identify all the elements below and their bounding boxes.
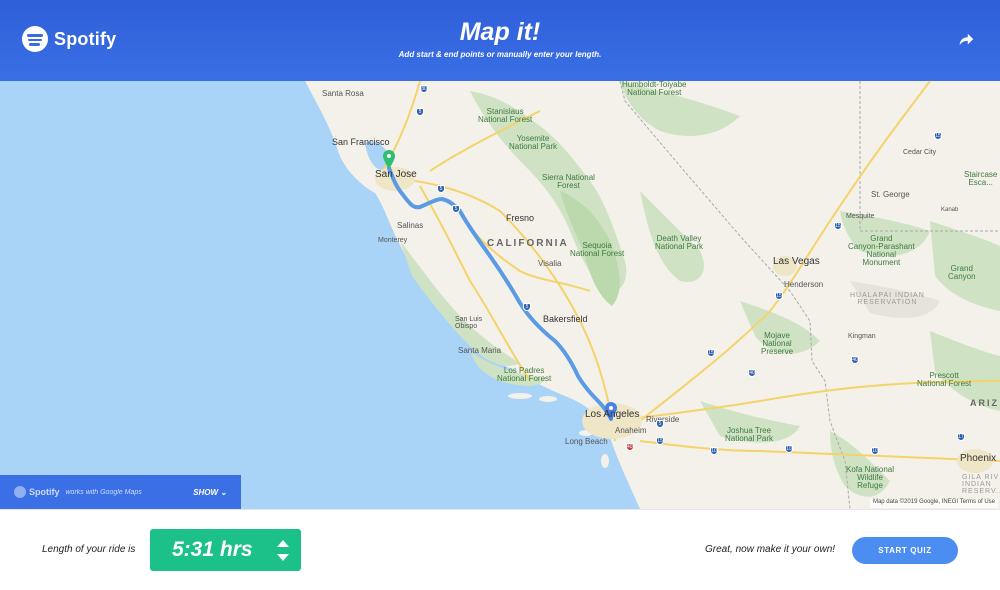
highway-shield: 5 bbox=[656, 420, 664, 428]
map-label-santa-rosa: Santa Rosa bbox=[322, 89, 364, 98]
map-label-gila-river: GILA RIV INDIAN RESERV... bbox=[962, 474, 1000, 495]
map-label-las-vegas: Las Vegas bbox=[773, 256, 820, 267]
page-subtitle: Add start & end points or manually enter… bbox=[398, 50, 602, 59]
share-arrow-icon[interactable] bbox=[957, 31, 975, 49]
chevron-down-icon: ⌄ bbox=[220, 487, 227, 497]
app-header: Spotify Map it! Add start & end points o… bbox=[0, 0, 1000, 81]
highway-shield: 5 bbox=[437, 185, 445, 193]
map-label-salinas: Salinas bbox=[397, 221, 424, 230]
cta-text: Great, now make it your own! bbox=[705, 544, 836, 555]
map-label-staircase: Staircase Esca... bbox=[964, 170, 998, 187]
works-with-google-maps: works with Google Maps bbox=[65, 488, 142, 496]
map-label-humboldt: Humboldt-Toiyabe National Forest bbox=[622, 81, 687, 97]
highway-shield: 80 bbox=[420, 85, 428, 93]
map-label-san-luis-obispo: San Luis Obispo bbox=[455, 316, 483, 330]
highway-shield: 15 bbox=[934, 132, 942, 140]
start-quiz-button[interactable]: START QUIZ bbox=[852, 537, 958, 564]
highway-shield: 15 bbox=[656, 437, 664, 445]
map-label-california: CALIFORNIA bbox=[487, 238, 569, 249]
mini-brand: Spotify bbox=[29, 487, 60, 497]
map-credit[interactable]: Map data ©2019 Google, INEGI Terms of Us… bbox=[869, 499, 998, 508]
map-label-henderson: Henderson bbox=[784, 280, 824, 289]
highway-shield: 40 bbox=[748, 369, 756, 377]
spotify-mini-logo: Spotify bbox=[14, 486, 60, 498]
highway-shield: 5 bbox=[452, 205, 460, 213]
map-label-yosemite: Yosemite National Park bbox=[509, 134, 558, 151]
map-label-visalia: Visalia bbox=[538, 259, 562, 268]
spotify-icon bbox=[14, 486, 26, 498]
map-label-san-francisco: San Francisco bbox=[332, 137, 390, 147]
map-label-long-beach: Long Beach bbox=[565, 437, 608, 446]
map-label-fresno: Fresno bbox=[506, 213, 535, 223]
ride-length-stepper[interactable]: 5:31 hrs bbox=[150, 529, 301, 571]
map-label-mesquite: Mesquite bbox=[846, 213, 875, 220]
page-title: Map it! bbox=[459, 18, 541, 46]
ride-length-label: Length of your ride is bbox=[42, 544, 136, 555]
ride-length-value[interactable]: 5:31 hrs bbox=[172, 538, 253, 562]
map-label-sierra: Sierra National Forest bbox=[542, 173, 595, 190]
google-map[interactable]: Santa Rosa San Francisco San Jose Stanis… bbox=[0, 81, 1000, 509]
highway-shield: 405 bbox=[626, 443, 636, 451]
show-button[interactable]: SHOW ⌄ bbox=[193, 488, 227, 497]
ride-footer: Length of your ride is 5:31 hrs Great, n… bbox=[0, 509, 1000, 590]
increment-arrow-icon[interactable] bbox=[277, 540, 289, 547]
highway-shield: 10 bbox=[871, 447, 879, 455]
map-label-death-valley: Death Valley National Park bbox=[655, 234, 704, 251]
works-with-google-maps-bar: Spotify works with Google Maps SHOW ⌄ bbox=[0, 475, 241, 509]
map-label-kingman: Kingman bbox=[848, 333, 876, 340]
map-label-hualapai: HUALAPAI INDIAN RESERVATION bbox=[850, 292, 925, 306]
highway-shield: 17 bbox=[957, 433, 965, 441]
highway-shield: 15 bbox=[834, 222, 842, 230]
map-label-los-angeles: Los Angeles bbox=[585, 409, 640, 420]
map-label-stanislaus: Stanislaus National Forest bbox=[478, 107, 533, 124]
highway-shield: 5 bbox=[416, 108, 424, 116]
map-label-prescott: Prescott National Forest bbox=[917, 371, 972, 388]
map-label-los-padres: Los Padres National Forest bbox=[497, 366, 552, 383]
highway-shield: 10 bbox=[710, 447, 718, 455]
map-label-kofa: Kofa National Wildlife Refuge bbox=[846, 465, 895, 490]
map-label-st-george: St. George bbox=[871, 190, 910, 199]
map-label-arizona: ARIZ bbox=[970, 398, 999, 408]
map-label-cedar-city: Cedar City bbox=[903, 149, 937, 156]
map-label-monterey: Monterey bbox=[378, 237, 408, 244]
map-label-san-jose: San Jose bbox=[375, 169, 417, 180]
map-label-bakersfield: Bakersfield bbox=[543, 314, 588, 324]
highway-shield: 40 bbox=[851, 356, 859, 364]
highway-shield: 5 bbox=[523, 303, 531, 311]
map-label-sequoia: Sequoia National Forest bbox=[570, 241, 625, 258]
highway-shield: 10 bbox=[785, 445, 793, 453]
map-label-phoenix: Phoenix bbox=[960, 453, 997, 464]
show-label: SHOW bbox=[193, 487, 219, 497]
map-label-grand-canyon-parashant: Grand Canyon-Parashant National Monument bbox=[848, 234, 915, 267]
map-label-anaheim: Anaheim bbox=[615, 426, 647, 435]
map-label-kanab: Kanab bbox=[941, 207, 959, 213]
map-label-grand-canyon-right: Grand Canyon bbox=[948, 264, 976, 281]
map-label-mojave: Mojave National Preserve bbox=[761, 331, 794, 356]
highway-shield: 15 bbox=[707, 349, 715, 357]
map-label-santa-maria: Santa Maria bbox=[458, 346, 502, 355]
highway-shield: 15 bbox=[775, 292, 783, 300]
decrement-arrow-icon[interactable] bbox=[277, 554, 289, 561]
map-label-joshua-tree: Joshua Tree National Park bbox=[725, 426, 774, 443]
